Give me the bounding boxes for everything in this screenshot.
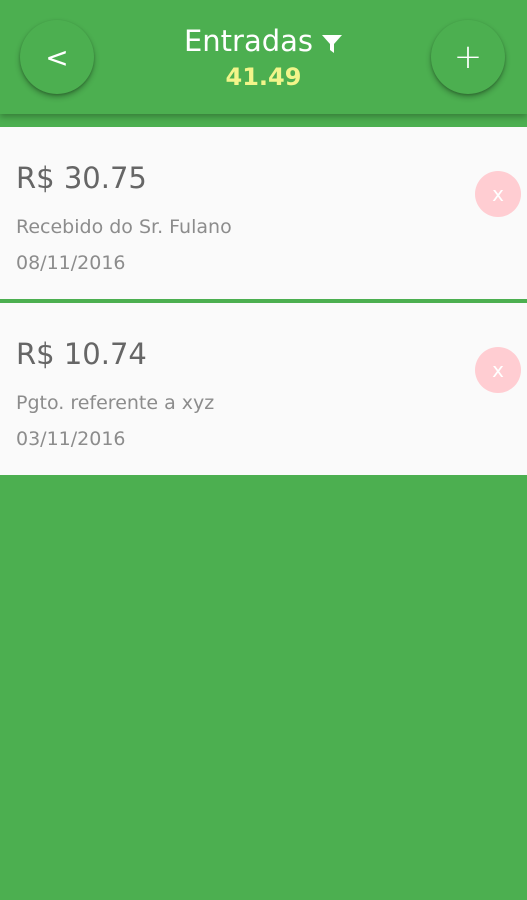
- delete-entry-button[interactable]: x: [475, 347, 521, 393]
- add-entry-button[interactable]: +: [431, 20, 505, 94]
- delete-entry-button[interactable]: x: [475, 171, 521, 217]
- entry-description: Pgto. referente a xyz: [16, 392, 215, 414]
- entry-card[interactable]: R$ 30.75 Recebido do Sr. Fulano 08/11/20…: [0, 127, 527, 299]
- app-header: < Entradas 41.49 +: [0, 0, 527, 114]
- entry-amount: R$ 30.75: [16, 161, 147, 195]
- entry-card[interactable]: R$ 10.74 Pgto. referente a xyz 03/11/201…: [0, 303, 527, 475]
- filter-icon[interactable]: [321, 33, 343, 55]
- entries-list: R$ 30.75 Recebido do Sr. Fulano 08/11/20…: [0, 127, 527, 479]
- page-title: Entradas: [183, 24, 314, 58]
- entry-date: 03/11/2016: [16, 428, 126, 450]
- entry-amount: R$ 10.74: [16, 337, 147, 371]
- title-filter-toggle[interactable]: Entradas: [184, 22, 343, 60]
- entry-date: 08/11/2016: [16, 252, 126, 274]
- entry-description: Recebido do Sr. Fulano: [16, 216, 232, 238]
